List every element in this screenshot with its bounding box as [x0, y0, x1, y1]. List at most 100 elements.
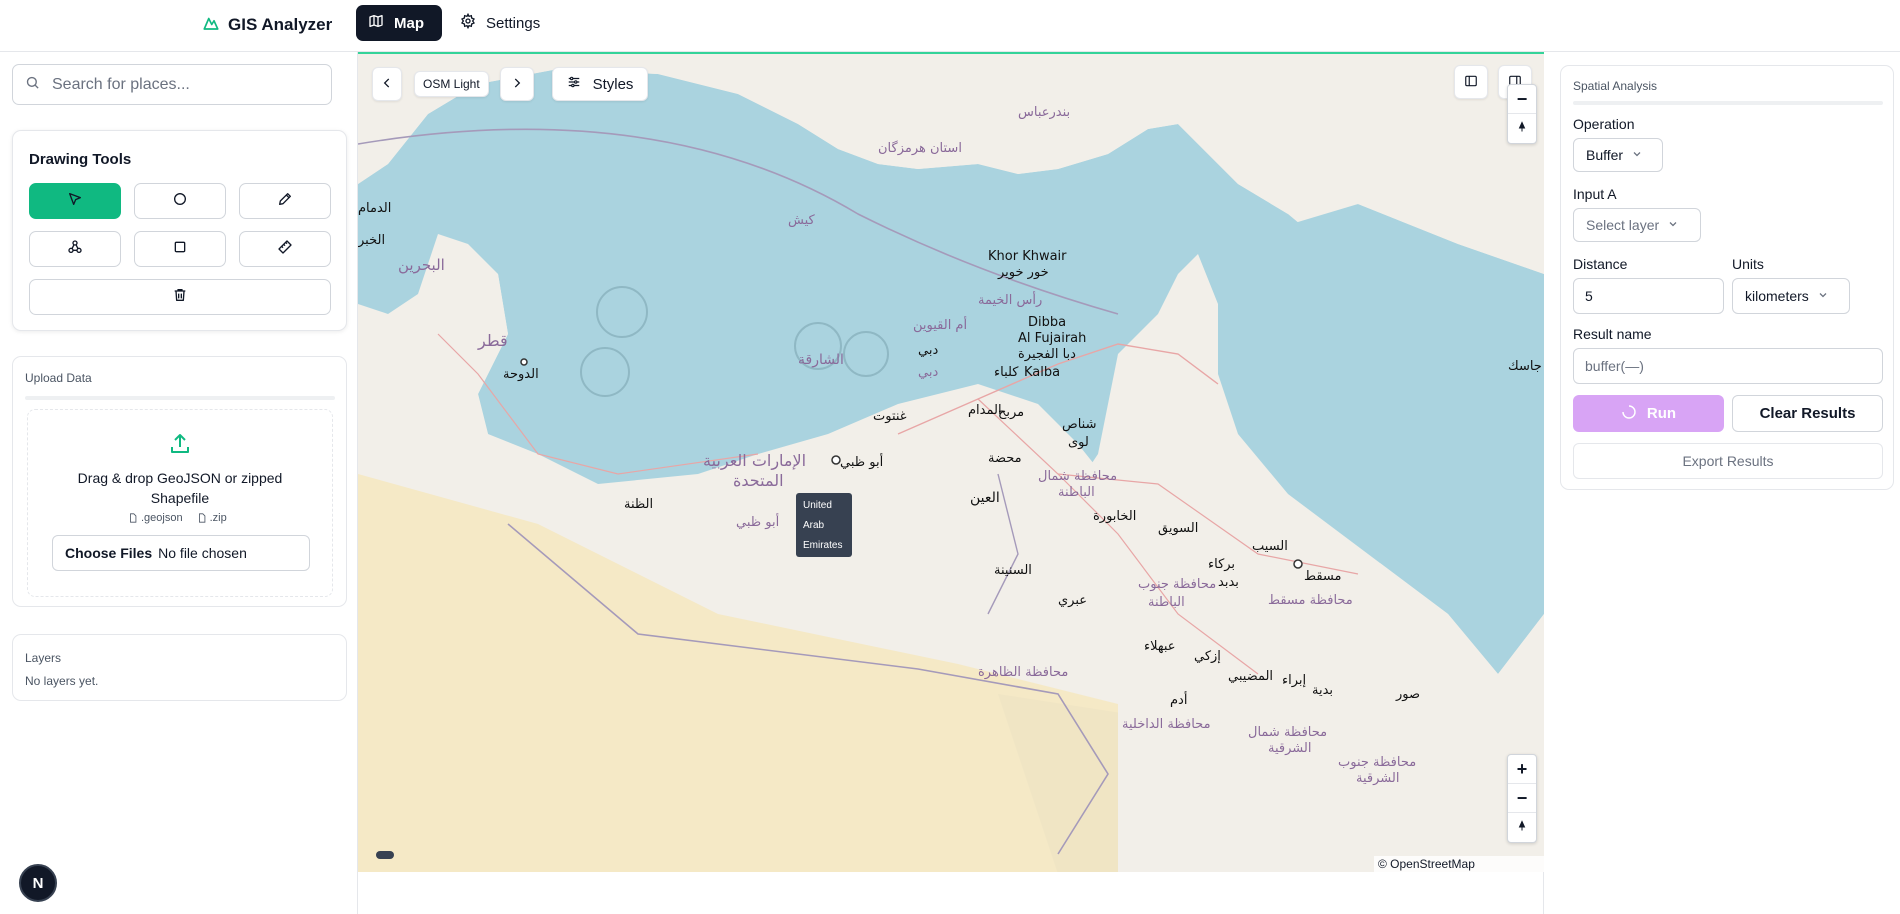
map-footer-area	[358, 872, 1544, 914]
compass-icon	[1516, 817, 1528, 838]
result-name-input[interactable]	[1573, 348, 1883, 384]
units-value: kilometers	[1745, 288, 1809, 304]
file-extensions: .geojson .zip	[128, 512, 227, 524]
zoom-in-button[interactable]: +	[1508, 755, 1536, 784]
compass-icon	[1516, 118, 1528, 139]
nav-map-label: Map	[394, 14, 424, 32]
search-box[interactable]	[12, 64, 332, 105]
map-hover-tooltip: United Arab Emirates	[796, 493, 852, 557]
style-next-button[interactable]	[500, 67, 534, 101]
measure-tool-button[interactable]	[239, 231, 331, 267]
rectangle-tool-button[interactable]	[134, 231, 226, 267]
map-label: إزكي	[1194, 649, 1221, 664]
polygon-tool-button[interactable]	[29, 231, 121, 267]
map-label: بندرعباس	[1018, 105, 1070, 120]
nav-map-button[interactable]: Map	[356, 5, 442, 41]
zoom-out-button[interactable]: −	[1508, 85, 1536, 114]
map-label: Dibba	[1028, 315, 1066, 330]
map-label: أدم	[1170, 691, 1187, 708]
map-label: إبراء	[1282, 673, 1306, 688]
distance-input[interactable]	[1573, 278, 1724, 314]
file-icon	[198, 513, 205, 523]
map-label: Kalba	[1024, 365, 1060, 380]
sliders-icon	[567, 75, 581, 93]
map-label: السيب	[1252, 539, 1288, 554]
compass-button[interactable]	[1508, 813, 1536, 842]
operation-value: Buffer	[1586, 147, 1624, 163]
left-sidebar: Drawing Tools Upload Data Drag	[0, 52, 358, 914]
map-label: كلباء	[994, 365, 1019, 380]
app-name: GIS Analyzer	[228, 15, 333, 34]
compass-button[interactable]	[1508, 114, 1536, 143]
ext-geojson: .geojson	[128, 512, 183, 524]
delete-tool-button[interactable]	[29, 279, 331, 315]
upload-dropzone[interactable]: Drag & drop GeoJSON or zipped Shapefile …	[27, 409, 333, 597]
search-icon	[25, 75, 40, 95]
circle-tool-button[interactable]	[134, 183, 226, 219]
units-label: Units	[1732, 256, 1764, 272]
map-label: جاسك	[1508, 359, 1542, 374]
operation-select[interactable]: Buffer	[1573, 138, 1663, 172]
choose-files-button[interactable]: Choose Files	[65, 545, 152, 561]
map-label: استان هرمزگان	[878, 140, 962, 156]
map-label: الشرقية	[1356, 771, 1399, 786]
input-a-select[interactable]: Select layer	[1573, 208, 1701, 242]
clear-results-button[interactable]: Clear Results	[1732, 395, 1883, 432]
upload-title: Upload Data	[25, 371, 92, 385]
cursor-icon	[67, 191, 83, 212]
map-label: Al Fujairah	[1018, 331, 1086, 346]
units-select[interactable]: kilometers	[1732, 278, 1850, 314]
map-icon	[368, 13, 384, 33]
chevron-down-icon	[1817, 288, 1829, 304]
square-icon	[172, 239, 188, 260]
spatial-analysis-title: Spatial Analysis	[1573, 79, 1658, 93]
distance-label: Distance	[1573, 256, 1628, 272]
styles-button[interactable]: Styles	[552, 67, 648, 101]
map-attribution[interactable]: © OpenStreetMap contributors	[1374, 856, 1544, 872]
map-label: الباطنة	[1058, 485, 1095, 500]
zoom-control-top: −	[1507, 84, 1537, 144]
input-a-placeholder: Select layer	[1586, 217, 1660, 233]
map-label: عبري	[1058, 593, 1087, 608]
select-tool-button[interactable]	[29, 183, 121, 219]
map-label: المضيبي	[1228, 669, 1273, 684]
toggle-left-panel-button[interactable]	[1454, 65, 1488, 99]
upload-icon	[168, 432, 192, 456]
map-label: السنينة	[994, 563, 1032, 578]
chevron-down-icon	[1631, 147, 1643, 163]
panel-left-icon	[1464, 74, 1478, 91]
map-label: محافظة الداخلية	[1122, 717, 1211, 732]
map-label: رأس الخيمة	[978, 291, 1042, 308]
search-input[interactable]	[52, 75, 322, 94]
ext-zip-label: .zip	[209, 512, 227, 524]
export-results-button[interactable]: Export Results	[1573, 443, 1883, 479]
nav-settings-button[interactable]: Settings	[448, 5, 558, 41]
map-label: دبي	[918, 343, 938, 358]
avatar[interactable]: N	[19, 864, 57, 902]
ruler-icon	[277, 239, 293, 260]
map-label: الظنة	[624, 497, 653, 512]
map-label: غنتوت	[873, 409, 907, 424]
mountain-logo-icon	[202, 14, 220, 37]
pencil-tool-button[interactable]	[239, 183, 331, 219]
map-label: خور خوير	[997, 265, 1049, 280]
style-prev-button[interactable]	[372, 67, 402, 101]
zoom-out-button[interactable]: −	[1508, 784, 1536, 813]
map-city-abudhabi	[831, 455, 841, 465]
layers-empty-text: No layers yet.	[25, 674, 99, 688]
file-input[interactable]: Choose Files No file chosen	[52, 535, 310, 571]
map-label: محافظة جنوب	[1338, 755, 1416, 770]
zoom-control-bottom: + −	[1507, 754, 1537, 843]
map-label: محافظة الظاهرة	[978, 665, 1068, 680]
map-label: مربح	[998, 405, 1024, 420]
layers-card: Layers No layers yet.	[12, 634, 347, 701]
file-icon	[130, 513, 137, 523]
map-svg[interactable]: بندرعباس استان هرمزگان کیش Khor Khwair خ…	[358, 54, 1544, 872]
style-name-label: OSM Light	[414, 71, 489, 97]
run-button[interactable]: Run	[1573, 395, 1724, 432]
map-canvas[interactable]: بندرعباس استان هرمزگان کیش Khor Khwair خ…	[358, 52, 1544, 872]
map-label: صور	[1395, 687, 1420, 702]
right-sidebar: Spatial Analysis Operation Buffer Input …	[1544, 52, 1900, 914]
map-city-doha	[520, 358, 528, 366]
app-brand[interactable]: GIS Analyzer	[202, 12, 332, 38]
